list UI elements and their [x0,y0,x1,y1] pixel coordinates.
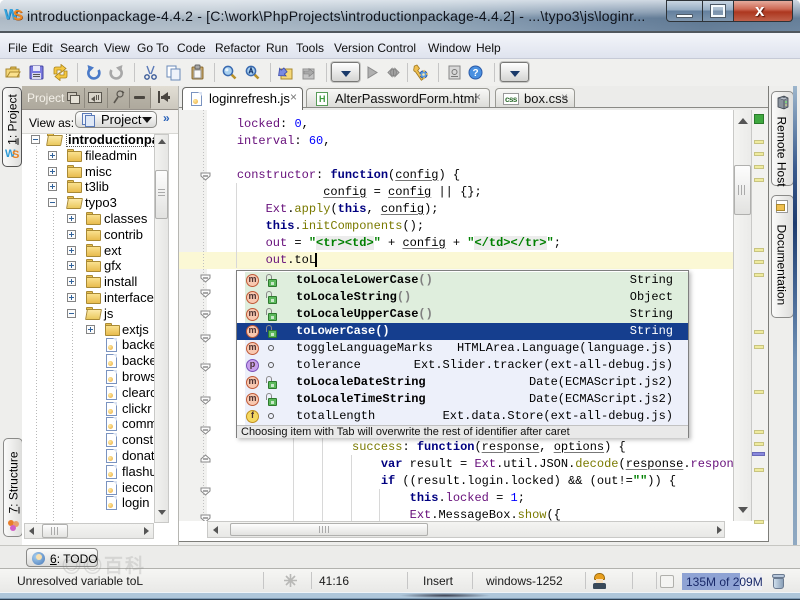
svg-text:?: ? [473,68,479,79]
